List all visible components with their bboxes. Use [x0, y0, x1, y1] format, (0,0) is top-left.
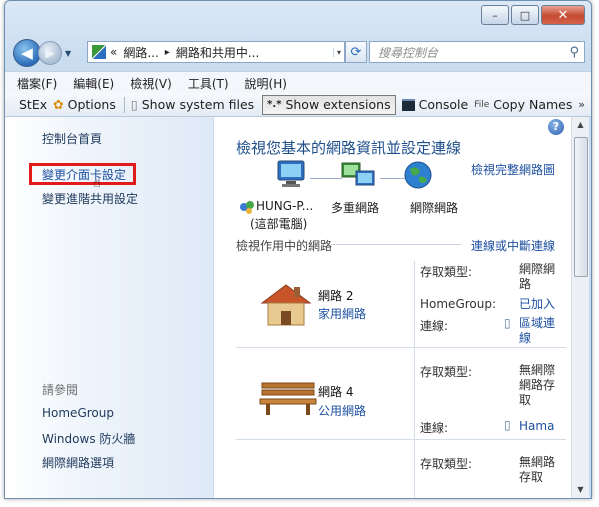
access-type-label: 存取類型:: [420, 365, 473, 379]
internet-globe-icon: [404, 161, 432, 189]
menu-edit[interactable]: 編輯(E): [73, 75, 114, 92]
network-name: 網路 2: [318, 289, 354, 303]
search-icon[interactable]: ⚲: [569, 45, 579, 60]
connection-link[interactable]: Hamac: [519, 419, 555, 434]
access-type-value: 無網際網路存取: [519, 363, 556, 407]
show-extensions-button[interactable]: *.* Show extensions: [262, 94, 396, 115]
network-divider: [414, 261, 415, 498]
back-arrow-icon[interactable]: ◀: [13, 39, 41, 67]
scroll-up-icon[interactable]: ▲: [572, 117, 589, 133]
options-button[interactable]: ✿ Options: [53, 97, 116, 112]
computer-icon: [277, 160, 305, 187]
gear-icon: ✿: [53, 97, 64, 112]
help-icon[interactable]: ?: [548, 119, 564, 135]
network-name: 網路 4: [318, 385, 354, 399]
connection-label: 連線:: [420, 421, 449, 435]
connect-disconnect-link[interactable]: 連線或中斷連線: [471, 237, 555, 254]
ethernet-icon: ▯: [504, 418, 511, 432]
caption-buttons: – □ ✕: [479, 5, 585, 25]
access-type-label: 存取類型:: [420, 457, 473, 471]
menu-bar: 檔案(F) 編輯(E) 檢視(V) 工具(T) 說明(H): [5, 71, 591, 94]
homegroup-label: HomeGroup:: [420, 297, 497, 311]
toolbar-overflow-icon[interactable]: »: [578, 98, 585, 111]
access-type-value: 網際網路: [519, 262, 556, 291]
multiple-networks-icon: [341, 162, 375, 186]
mouse-cursor-icon: ☝: [93, 176, 101, 191]
change-sharing-settings-link[interactable]: 變更進階共用設定: [42, 190, 138, 207]
breadcrumb-overflow[interactable]: «: [110, 45, 117, 59]
network-separator: [236, 439, 566, 440]
search-placeholder: 搜尋控制台: [378, 45, 439, 60]
address-dropdown-icon[interactable]: ▾: [332, 47, 341, 57]
extension-icon: *.*: [267, 99, 282, 110]
active-networks-header: 檢視作用中的網路 連線或中斷連線: [236, 237, 556, 254]
connection-label: 連線:: [420, 319, 449, 333]
network-type-link[interactable]: 家用網路: [318, 305, 366, 322]
show-extensions-label: Show extensions: [285, 97, 391, 112]
control-panel-icon: [92, 45, 106, 59]
map-connector: [310, 178, 342, 179]
menu-tools[interactable]: 工具(T): [188, 75, 229, 92]
toolbar: StEx ✿ Options ▯ Show system files *.* S…: [5, 93, 591, 117]
nav-buttons: ◀ ▶ ▼: [13, 39, 71, 67]
public-network-bench-icon: [259, 382, 317, 415]
scroll-down-icon[interactable]: ▼: [572, 482, 589, 498]
section-rule: [331, 244, 461, 245]
maximize-button[interactable]: □: [511, 5, 539, 25]
forward-arrow-icon[interactable]: ▶: [38, 41, 62, 65]
network-separator: [236, 347, 566, 348]
homegroup-link[interactable]: HomeGroup: [42, 406, 114, 420]
address-bar[interactable]: « 網路... ▸ 網路和共用中... ▾: [87, 41, 345, 63]
stex-label: StEx: [19, 97, 48, 112]
menu-view[interactable]: 檢視(V): [130, 75, 172, 92]
ethernet-icon: ▯: [504, 316, 511, 330]
console-label: Console: [418, 97, 469, 112]
copy-names-icon: File: [474, 99, 490, 110]
history-dropdown-icon[interactable]: ▼: [65, 49, 71, 58]
access-type-value: 無網路存取: [519, 455, 556, 484]
computer-name-label[interactable]: HUNG-P...: [256, 199, 313, 213]
refresh-icon[interactable]: ⟳: [345, 41, 367, 63]
copy-names-label: Copy Names: [493, 97, 573, 112]
scrollbar-thumb[interactable]: [574, 137, 588, 277]
see-also-heading: 請參閱: [42, 383, 79, 397]
connection-link[interactable]: 區域連線: [519, 316, 557, 346]
active-networks-heading: 檢視作用中的網路: [236, 239, 333, 253]
network-type-link[interactable]: 公用網路: [318, 402, 366, 419]
change-adapter-settings-link[interactable]: 變更介面卡設定: [42, 166, 126, 183]
main-content: 檢視您基本的網路資訊並設定連線 檢視完整網路圖 HUNG-P... (這部電腦)…: [214, 117, 571, 498]
view-full-map-link[interactable]: 檢視完整網路圖: [471, 161, 555, 178]
homegroup-status-link[interactable]: 已加入: [519, 297, 557, 312]
breadcrumb-sharing-center[interactable]: 網路和共用中...: [176, 44, 259, 61]
show-system-files-button[interactable]: ▯ Show system files: [131, 97, 254, 112]
internet-label[interactable]: 網際網路: [410, 199, 458, 216]
minimize-button[interactable]: –: [481, 5, 509, 25]
page-title: 檢視您基本的網路資訊並設定連線: [236, 139, 462, 157]
access-type-label: 存取類型:: [420, 265, 473, 279]
sidebar: 控制台首頁 變更介面卡設定 ☝ 變更進階共用設定 請參閱 HomeGroup W…: [5, 117, 213, 498]
explorer-window: – □ ✕ ◀ ▶ ▼ « 網路... ▸ 網路和共用中... ▾ ⟳ 搜尋控制…: [4, 0, 592, 499]
vertical-scrollbar[interactable]: ▲ ▼: [571, 117, 589, 498]
multiple-networks-label[interactable]: 多重網路: [331, 199, 379, 216]
search-input[interactable]: 搜尋控制台 ⚲: [369, 41, 585, 63]
internet-options-link[interactable]: 網際網路選項: [42, 454, 114, 471]
this-computer-label: (這部電腦): [250, 217, 308, 231]
breadcrumb-network[interactable]: 網路...: [123, 44, 158, 61]
homegroup-icon: [240, 201, 254, 214]
sidebar-home-link[interactable]: 控制台首頁: [42, 130, 102, 147]
file-icon: ▯: [130, 97, 138, 112]
menu-help[interactable]: 說明(H): [245, 75, 287, 92]
console-icon: [401, 98, 415, 111]
close-button[interactable]: ✕: [541, 5, 585, 25]
breadcrumb-separator-icon[interactable]: ▸: [165, 47, 170, 58]
copy-names-button[interactable]: File Copy Names: [474, 97, 572, 112]
home-network-icon: [260, 284, 312, 326]
options-label: Options: [67, 97, 116, 112]
menu-file[interactable]: 檔案(F): [17, 75, 57, 92]
console-button[interactable]: Console: [401, 97, 469, 112]
windows-firewall-link[interactable]: Windows 防火牆: [42, 430, 135, 447]
toolbar-divider: [123, 96, 125, 113]
show-system-files-label: Show system files: [141, 97, 255, 112]
